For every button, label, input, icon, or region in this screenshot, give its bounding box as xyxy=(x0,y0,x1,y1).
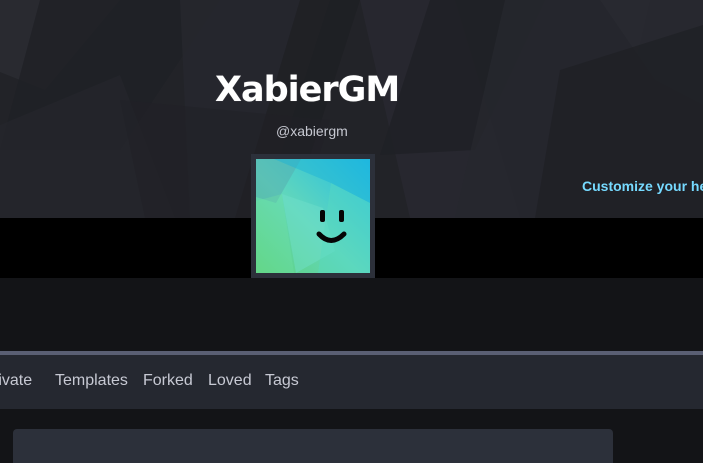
profile-username: @xabiergm xyxy=(276,123,348,139)
customize-header-link[interactable]: Customize your he xyxy=(582,176,703,196)
profile-display-name: XabierGM xyxy=(215,70,400,110)
profile-avatar[interactable] xyxy=(251,154,375,278)
tab-loved[interactable]: Loved xyxy=(208,371,252,391)
content-card xyxy=(13,429,613,463)
tab-templates[interactable]: Templates xyxy=(55,371,128,391)
tab-forked[interactable]: Forked xyxy=(143,371,193,391)
profile-page: XabierGM @xabiergm Customize your he riv xyxy=(0,0,703,463)
tab-private[interactable]: rivate xyxy=(0,371,32,391)
tab-tags[interactable]: Tags xyxy=(265,371,299,391)
smiley-avatar-icon xyxy=(256,159,370,273)
